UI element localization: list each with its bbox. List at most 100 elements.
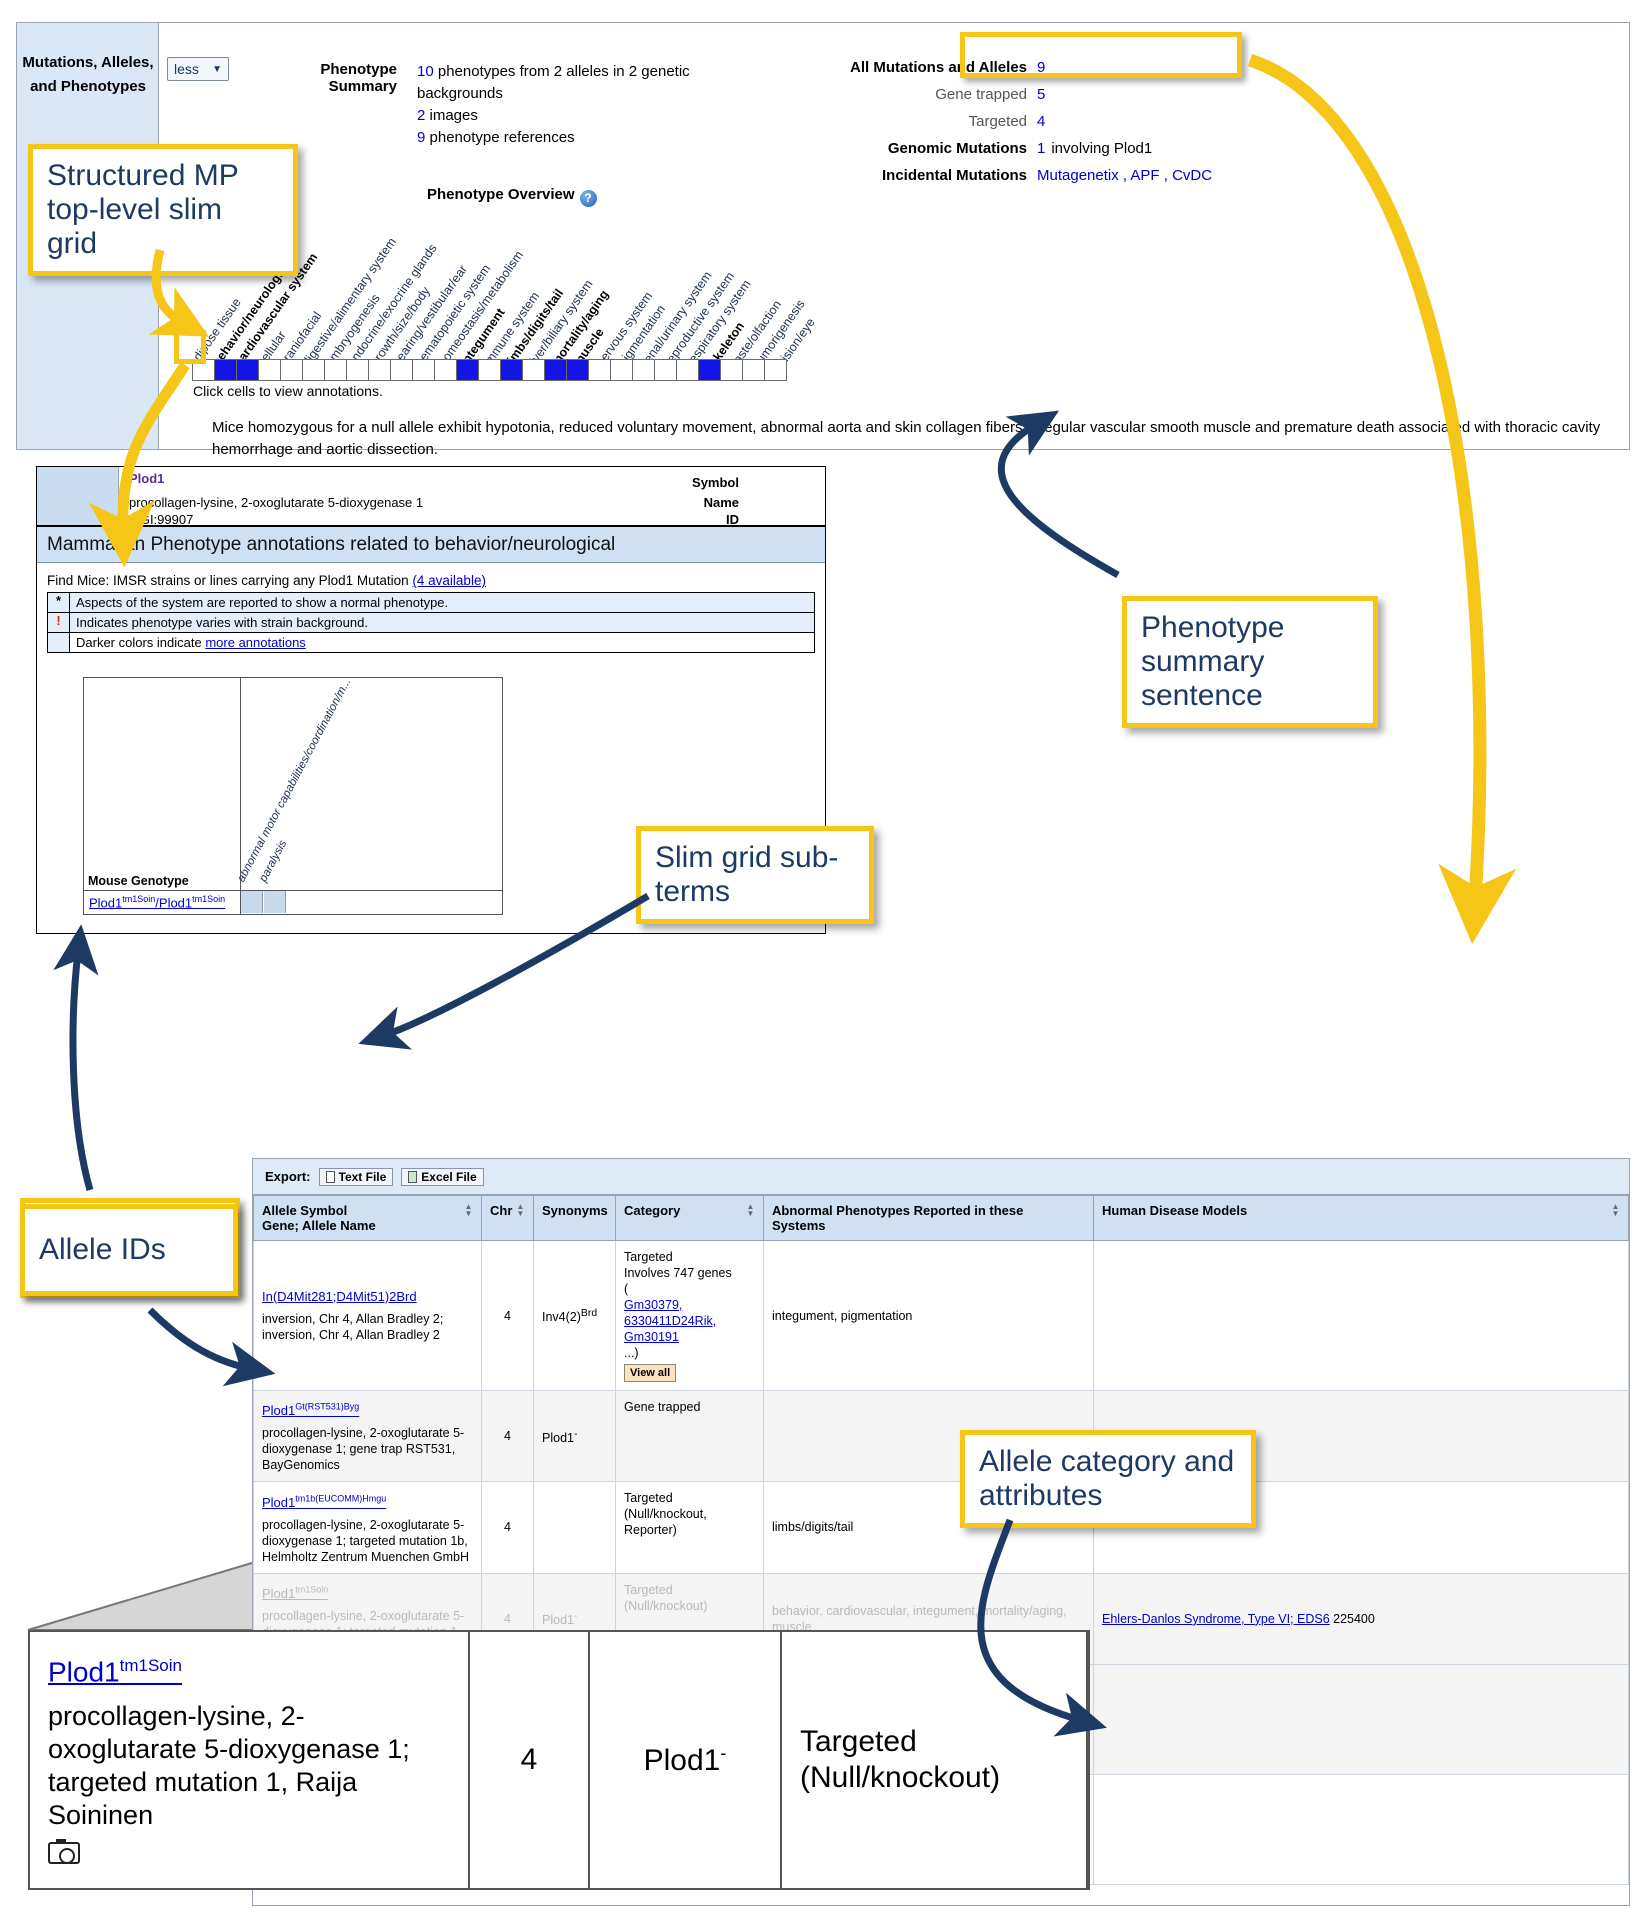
annotation-cell[interactable] <box>264 891 286 913</box>
magnifier-synonym-value: Plod1- <box>644 1743 727 1778</box>
table-header-row: ▲ ▼ Allele Symbol Gene; Allele Name ▲ ▼ Ch… <box>253 1195 1629 1241</box>
row-value-links[interactable]: Mutagenetix , APF , CvDC <box>1037 167 1212 184</box>
slim-grid-cells[interactable] <box>192 359 787 381</box>
slim-grid-cell-liver-biliary-system[interactable] <box>522 359 545 381</box>
more-annotations-link[interactable]: more annotations <box>205 635 305 650</box>
phenotype-summary-label: Phenotype Summary <box>320 61 397 95</box>
slim-grid-cell-taste-olfaction[interactable] <box>720 359 743 381</box>
genotype-link[interactable]: Plod1tm1Soin/Plod1tm1Soin <box>89 894 225 910</box>
slim-grid-cell-endocrine-exocrine-glands[interactable] <box>346 359 369 381</box>
export-excel-file-button[interactable]: Excel File <box>401 1167 484 1186</box>
cell-allele-symbol: Plod1Gt(RST531)Byg procollagen-lysine, 2-… <box>253 1389 482 1483</box>
summary-count-link[interactable]: 2 <box>417 107 425 124</box>
mutations-summary-table: All Mutations and Alleles 9 Gene trapped… <box>837 59 1212 194</box>
slim-grid-cell-immune-system[interactable] <box>478 359 501 381</box>
gene-id-key: ID <box>726 512 739 527</box>
slim-grid-cell-hematopoietic-system[interactable] <box>412 359 435 381</box>
slim-grid-cell-muscle[interactable] <box>566 359 589 381</box>
col-header-line1: Human Disease Models <box>1102 1203 1248 1218</box>
gene-link[interactable]: Gm30379, <box>624 1298 682 1312</box>
summary-line: 10 phenotypes from 2 alleles in 2 geneti… <box>417 61 777 105</box>
disease-link[interactable]: Ehlers-Danlos Syndrome, Type VI; EDS6 <box>1102 1612 1330 1626</box>
cell-category: Gene trapped <box>615 1389 764 1483</box>
help-icon[interactable]: ? <box>579 190 597 207</box>
sort-icon[interactable]: ▲ ▼ <box>464 1203 473 1218</box>
allele-symbol-sup: tm1Soin <box>295 1584 329 1595</box>
sort-icon[interactable]: ▲ ▼ <box>746 1203 755 1218</box>
genotype-row[interactable]: Plod1tm1Soin/Plod1tm1Soin <box>84 890 502 914</box>
slim-grid-cell-renal-urinary-system[interactable] <box>632 359 655 381</box>
slim-grid-cell-mortality-aging[interactable] <box>544 359 567 381</box>
col-synonyms: Synonyms <box>533 1195 616 1241</box>
col-category[interactable]: ▲ ▼ Category <box>615 1195 764 1241</box>
summary-text: images <box>429 107 478 124</box>
table-row[interactable]: Plod1Gt(RST531)Byg procollagen-lysine, 2-… <box>253 1389 1629 1483</box>
row-value-link[interactable]: 4 <box>1037 113 1045 130</box>
highlight-all-mutations <box>960 32 1242 78</box>
genotype-mid: /Plod1 <box>155 895 193 911</box>
magnifier-synonym-text: Plod1 <box>643 1743 721 1777</box>
row-value-link[interactable]: 1 <box>1037 140 1045 157</box>
allele-symbol-link[interactable]: Plod1Gt(RST531)Byg <box>262 1402 360 1418</box>
gene-link[interactable]: 6330411D24Rik, <box>624 1314 716 1328</box>
slim-grid-cell-respiratory-system[interactable] <box>676 359 699 381</box>
allele-symbol-sup: Gt(RST531)Byg <box>295 1402 360 1412</box>
find-mice-link[interactable]: (4 available) <box>412 573 486 588</box>
cell-abnormal-phenotypes: integument, pigmentation <box>763 1240 1094 1391</box>
cell-empty <box>1093 1663 1629 1775</box>
slim-grid-cell-hearing-vestibular-ear[interactable] <box>390 359 413 381</box>
magnifier-category-value: Targeted (Null/knockout) <box>800 1725 1001 1794</box>
slim-grid-cell-cardiovascular-system[interactable] <box>236 359 259 381</box>
slim-grid-cell-cellular[interactable] <box>258 359 281 381</box>
summary-text: phenotype references <box>429 129 575 146</box>
magnifier-allele-cell: Plod1tm1Soin procollagen-lysine, 2-oxogl… <box>30 1632 470 1888</box>
slim-grid-cell-skeleton[interactable] <box>698 359 721 381</box>
col-header-line2: Systems <box>772 1218 826 1233</box>
cell-chr: 4 <box>481 1389 534 1483</box>
synonym-sup: - <box>573 1428 578 1440</box>
col-allele-symbol[interactable]: ▲ ▼ Allele Symbol Gene; Allele Name <box>253 1195 482 1241</box>
slim-grid-cell-pigmentation[interactable] <box>610 359 633 381</box>
allele-symbol-link[interactable]: Plod1tm1Soin <box>262 1584 329 1601</box>
slim-grid-cell-digestive-alimentary-system[interactable] <box>302 359 325 381</box>
gene-link[interactable]: Gm30191 <box>624 1330 679 1344</box>
annotation-cell[interactable] <box>241 891 263 913</box>
slim-grid-cell-reproductive-system[interactable] <box>654 359 677 381</box>
summary-count-link[interactable]: 10 <box>417 63 434 80</box>
sort-icon[interactable]: ▲ ▼ <box>516 1203 525 1218</box>
slim-grid-cell-nervous-system[interactable] <box>588 359 611 381</box>
camera-icon[interactable] <box>48 1839 80 1865</box>
less-toggle-button[interactable]: less ▼ <box>167 57 229 81</box>
slim-grid-cell-tumorigenesis[interactable] <box>742 359 765 381</box>
sort-icon[interactable]: ▲ ▼ <box>1611 1203 1620 1218</box>
slim-grid-cell-growth-size-body[interactable] <box>368 359 391 381</box>
phenotype-overview-label: Phenotype Overview <box>427 186 575 203</box>
slim-grid-cell-craniofacial[interactable] <box>280 359 303 381</box>
slim-grid-cell-limbs-digits-tail[interactable] <box>500 359 523 381</box>
slim-grid-cell-integument[interactable] <box>456 359 479 381</box>
legend-symbol-exclamation: ! <box>48 613 70 632</box>
slim-grid-cell-homeostasis-metabolism[interactable] <box>434 359 457 381</box>
slim-grid-cell-embryogenesis[interactable] <box>324 359 347 381</box>
row-key: Gene trapped <box>935 86 1027 103</box>
slim-grid-cell-vision-eye[interactable] <box>764 359 787 381</box>
export-text-file-button[interactable]: Text File <box>318 1167 394 1186</box>
allele-symbol-link[interactable]: Plod1tm1b(EUCOMM)Hmgu <box>262 1493 386 1509</box>
find-mice-row: Find Mice: IMSR strains or lines carryin… <box>37 563 825 592</box>
summary-count-link[interactable]: 9 <box>417 129 425 146</box>
view-all-button[interactable]: View all <box>624 1364 677 1382</box>
magnifier-allele-symbol[interactable]: Plod1tm1Soin <box>48 1656 450 1688</box>
cell-allele-symbol: In(D4Mit281;D4Mit51)2Brd inversion, Chr 4… <box>253 1240 482 1391</box>
legend-text: Indicates phenotype varies with strain b… <box>76 615 368 630</box>
export-bar: Export: Text File Excel File <box>253 1159 1629 1195</box>
slim-grid-cell-behavior-neurological[interactable] <box>214 359 237 381</box>
allele-symbol-link[interactable]: In(D4Mit281;D4Mit51)2Brd <box>262 1289 417 1304</box>
col-chr[interactable]: ▲ ▼ Chr <box>481 1195 534 1241</box>
gene-key-column <box>37 467 119 525</box>
callout-slim-subterms: Slim grid sub-terms <box>636 826 874 924</box>
col-human-disease-models[interactable]: ▲ ▼ Human Disease Models <box>1093 1195 1629 1241</box>
row-value-link[interactable]: 5 <box>1037 86 1045 103</box>
table-row[interactable]: Plod1tm1b(EUCOMM)Hmgu procollagen-lysine,… <box>253 1481 1629 1574</box>
col-header-line1: Allele Symbol <box>262 1203 348 1218</box>
table-row[interactable]: In(D4Mit281;D4Mit51)2Brd inversion, Chr 4… <box>253 1240 1629 1391</box>
